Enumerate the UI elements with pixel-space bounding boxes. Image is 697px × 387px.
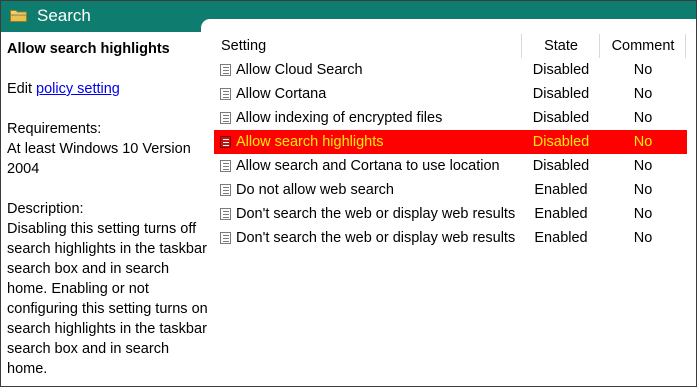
setting-name: Don't search the web or display web resu… — [236, 230, 516, 246]
selected-setting-title: Allow search highlights — [7, 41, 170, 57]
policy-setting-icon — [220, 112, 231, 124]
setting-comment: No — [633, 134, 653, 150]
policy-setting-icon — [220, 136, 231, 148]
folder-icon — [10, 10, 27, 22]
edit-prefix: Edit — [7, 81, 32, 97]
setting-comment: No — [633, 182, 653, 198]
column-header-setting[interactable]: Setting — [221, 38, 266, 54]
setting-comment: No — [633, 230, 653, 246]
policy-setting-icon — [220, 232, 231, 244]
setting-comment: No — [633, 62, 653, 78]
requirements-block: Requirements: At least Windows 10 Versio… — [7, 119, 210, 179]
setting-name: Do not allow web search — [236, 182, 394, 198]
table-row[interactable]: Allow Cloud Search Disabled No — [214, 58, 687, 82]
list-header: Setting State Comment — [214, 34, 687, 58]
policy-setting-icon — [220, 160, 231, 172]
table-row[interactable]: Allow Cortana Disabled No — [214, 82, 687, 106]
setting-name: Allow search highlights — [236, 134, 384, 150]
table-row[interactable]: Allow indexing of encrypted files Disable… — [214, 106, 687, 130]
table-row[interactable]: Allow search and Cortana to use location… — [214, 154, 687, 178]
policy-setting-link[interactable]: policy setting — [36, 81, 120, 97]
setting-state: Enabled — [534, 206, 588, 222]
setting-state: Disabled — [532, 134, 590, 150]
setting-name: Allow search and Cortana to use location — [236, 158, 500, 174]
setting-comment: No — [633, 86, 653, 102]
table-row[interactable]: Don't search the web or display web resu… — [214, 226, 687, 250]
policy-setting-icon — [220, 64, 231, 76]
policy-setting-icon — [220, 184, 231, 196]
setting-state: Enabled — [534, 182, 588, 198]
setting-state: Disabled — [532, 86, 590, 102]
policy-setting-icon — [220, 208, 231, 220]
description-block: Description: Disabling this setting turn… — [7, 199, 210, 379]
setting-comment: No — [633, 110, 653, 126]
policy-editor-window: Search Allow search highlights Edit poli… — [0, 0, 697, 387]
column-divider[interactable] — [685, 34, 686, 58]
policy-setting-icon — [220, 88, 231, 100]
setting-name: Allow Cortana — [236, 86, 327, 102]
setting-name: Allow indexing of encrypted files — [236, 110, 443, 126]
requirements-text: At least Windows 10 Version 2004 — [7, 141, 191, 177]
description-label: Description: — [7, 201, 84, 217]
requirements-label: Requirements: — [7, 121, 102, 137]
setting-comment: No — [633, 206, 653, 222]
table-row[interactable]: Do not allow web search Enabled No — [214, 178, 687, 202]
setting-state: Enabled — [534, 230, 588, 246]
settings-list: Setting State Comment Allow Cloud Search… — [214, 34, 687, 250]
setting-state: Disabled — [532, 62, 590, 78]
window-title: Search — [37, 6, 91, 25]
setting-state: Disabled — [532, 110, 590, 126]
table-row-selected[interactable]: Allow search highlights Disabled No — [214, 130, 687, 154]
edit-line: Edit policy setting — [7, 79, 210, 99]
setting-name: Allow Cloud Search — [236, 62, 363, 78]
extended-description-pane: Allow search highlights Edit policy sett… — [7, 39, 210, 386]
table-row[interactable]: Don't search the web or display web resu… — [214, 202, 687, 226]
setting-comment: No — [633, 158, 653, 174]
setting-name: Don't search the web or display web resu… — [236, 206, 516, 222]
description-text: Disabling this setting turns off search … — [7, 221, 208, 377]
setting-state: Disabled — [532, 158, 590, 174]
list-rows: Allow Cloud Search Disabled No Allow Cortan… — [214, 58, 687, 250]
column-header-comment[interactable]: Comment — [600, 38, 686, 54]
column-header-state[interactable]: State — [522, 38, 600, 54]
